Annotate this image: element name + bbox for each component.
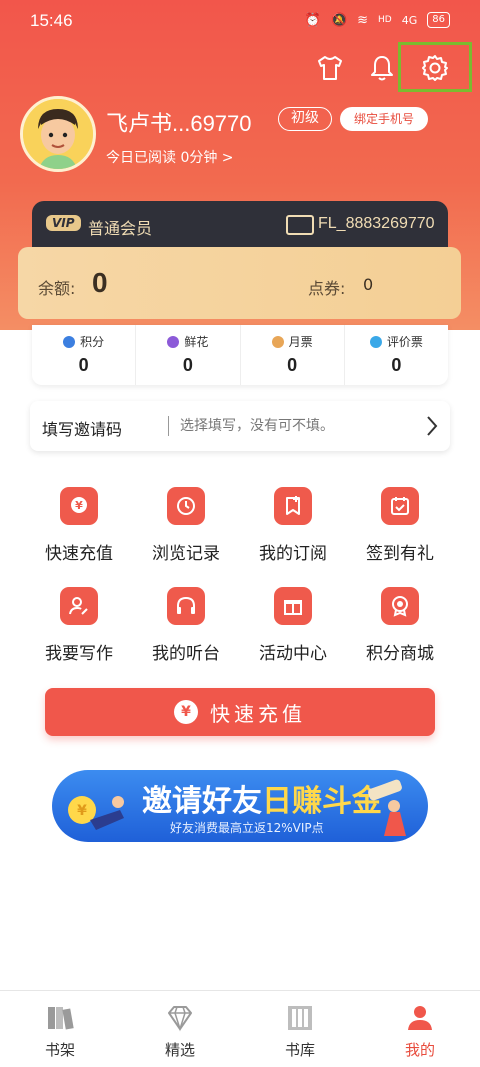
grid-activity[interactable]: 活动中心	[238, 587, 348, 664]
stat-label: 积分	[80, 335, 105, 349]
invite-code-input[interactable]	[180, 413, 420, 439]
grid-recharge[interactable]: ¥ 快速充值	[24, 487, 134, 564]
recharge-button-label: 快速充值	[210, 701, 306, 726]
hd-label: HD	[378, 15, 392, 25]
bottom-nav: 书架 精选 书库 我的	[0, 990, 480, 1067]
network-label: 4G	[401, 13, 418, 27]
invite-friends-banner[interactable]: ¥ 邀请好友日赚斗金 好友消费最高立返12%VIP点	[52, 770, 428, 842]
banner-title: 邀请好友日赚斗金	[142, 776, 382, 820]
headphones-icon	[167, 587, 205, 625]
alarm-icon: ⏰	[304, 12, 321, 28]
grid-history[interactable]: 浏览记录	[131, 487, 241, 564]
id-card-icon	[286, 215, 314, 235]
bind-phone-button[interactable]: 绑定手机号	[340, 107, 428, 131]
grid-label: 活动中心	[259, 644, 327, 664]
grid-listen[interactable]: 我的听台	[131, 587, 241, 664]
checkin-icon	[381, 487, 419, 525]
stat-points[interactable]: 积分 0	[32, 325, 137, 385]
grid-label: 浏览记录	[152, 544, 220, 564]
gift-icon	[274, 587, 312, 625]
banner-subtitle: 好友消费最高立返12%VIP点	[170, 821, 324, 835]
banner-title-white: 邀请好友	[142, 785, 262, 818]
invite-code-row[interactable]: 填写邀请码	[30, 401, 450, 451]
coupon-label: 点券:	[308, 279, 346, 298]
grid-write[interactable]: 我要写作	[24, 587, 134, 664]
nav-library[interactable]: 书库	[240, 991, 360, 1067]
status-icons: ⏰ 🔕 ≋ HD 4G 86	[305, 12, 450, 28]
vip-level-label: 普通会员	[88, 219, 153, 238]
bookshelf-icon	[45, 1003, 75, 1033]
grid-subscription[interactable]: 我的订阅	[238, 487, 348, 564]
nav-mine[interactable]: 我的	[360, 991, 480, 1067]
grid-label: 我要写作	[45, 644, 113, 664]
theme-shirt-icon[interactable]	[314, 52, 346, 84]
nav-label: 书架	[44, 1041, 75, 1059]
stat-value: 0	[182, 355, 193, 375]
stat-label: 鲜花	[184, 335, 209, 349]
grid-points-mall[interactable]: 积分商城	[345, 587, 455, 664]
status-time: 15:46	[30, 11, 73, 30]
quick-recharge-button[interactable]: ¥ 快速充值	[45, 688, 435, 736]
grid-label: 积分商城	[366, 644, 434, 664]
mute-icon: 🔕	[330, 12, 348, 28]
balance-label: 余额:	[38, 279, 76, 298]
nav-featured[interactable]: 精选	[120, 991, 240, 1067]
stat-review-tickets[interactable]: 评价票 0	[345, 325, 448, 385]
level-badge: 初级	[278, 107, 332, 131]
monthly-ticket-icon	[271, 335, 284, 348]
vip-badge: VIP	[46, 215, 81, 231]
recharge-icon: ¥	[60, 487, 98, 525]
diamond-icon	[165, 1003, 195, 1033]
stat-value: 0	[287, 355, 298, 375]
reading-time-link[interactable]: 今日已阅读 0分钟 >	[106, 147, 234, 167]
divider	[168, 416, 169, 436]
avatar[interactable]	[20, 96, 96, 172]
coin-person-icon: ¥	[68, 796, 124, 830]
svg-text:¥: ¥	[77, 803, 87, 819]
stat-value: 0	[391, 355, 402, 375]
grid-label: 我的听台	[152, 644, 220, 664]
points-mall-icon	[381, 587, 419, 625]
coupon-value: 0	[363, 275, 374, 294]
user-name: 飞卢书...69770	[106, 111, 252, 136]
grid-label: 签到有礼	[366, 544, 434, 564]
flower-icon	[167, 335, 180, 348]
svg-text:¥: ¥	[75, 499, 83, 512]
grid-label: 我的订阅	[259, 544, 327, 564]
stat-label: 评价票	[386, 335, 423, 349]
balance-value: 0	[92, 267, 108, 298]
balance-card[interactable]: 余额: 0 点券: 0	[18, 247, 461, 319]
chevron-right-icon[interactable]	[424, 413, 440, 439]
stat-flowers[interactable]: 鲜花 0	[136, 325, 241, 385]
profile-icon	[405, 1003, 435, 1033]
nav-bookshelf[interactable]: 书架	[0, 991, 120, 1067]
yen-icon: ¥	[174, 700, 198, 724]
nav-label: 精选	[164, 1041, 195, 1059]
stat-value: 0	[78, 355, 89, 375]
invite-code-label: 填写邀请码	[42, 420, 123, 439]
notification-bell-icon[interactable]	[366, 52, 398, 84]
stat-monthly-tickets[interactable]: 月票 0	[241, 325, 345, 385]
grid-label: 快速充值	[45, 544, 113, 564]
history-icon	[167, 487, 205, 525]
wifi-icon: ≋	[357, 12, 369, 28]
review-ticket-icon	[369, 335, 382, 348]
settings-highlight-box	[398, 42, 472, 92]
user-id: FL_8883269770	[318, 215, 435, 232]
nav-label: 我的	[404, 1041, 435, 1059]
grid-checkin[interactable]: 签到有礼	[345, 487, 455, 564]
stat-label: 月票	[288, 335, 313, 349]
vip-card[interactable]: VIP 普通会员 FL_8883269770	[32, 201, 448, 253]
battery-icon: 86	[427, 12, 450, 28]
stats-row: 积分 0 鲜花 0 月票 0 评价票 0	[32, 325, 448, 385]
library-icon	[285, 1003, 315, 1033]
write-icon	[60, 587, 98, 625]
subscription-icon	[274, 487, 312, 525]
status-bar: 15:46 ⏰ 🔕 ≋ HD 4G 86	[0, 0, 480, 40]
nav-label: 书库	[284, 1041, 315, 1059]
telescope-person-icon	[368, 779, 406, 836]
points-icon	[63, 335, 76, 348]
